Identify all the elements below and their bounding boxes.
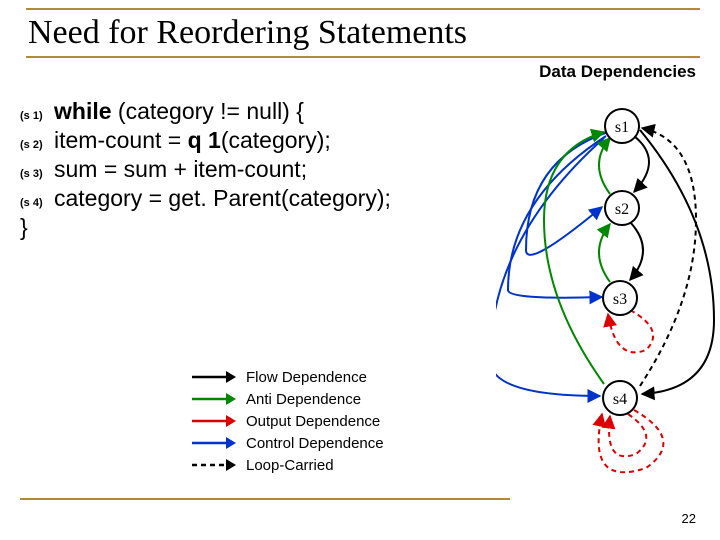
code-text-s1: while (category != null) { [54, 98, 304, 125]
code-text-s2: item-count = q 1(category); [54, 127, 331, 154]
code-line-s1: (s 1) while (category != null) { [20, 98, 470, 125]
graph-node-s3: s3 [603, 281, 637, 315]
stmt-label-s1: (s 1) [20, 102, 54, 122]
legend-row-output: Output Dependence [190, 410, 384, 432]
arrow-icon [190, 412, 236, 430]
svg-text:s3: s3 [613, 291, 627, 308]
arrow-icon [190, 434, 236, 452]
page-number: 22 [682, 511, 696, 526]
stmt-label-s2: (s 2) [20, 131, 54, 151]
legend-row-control: Control Dependence [190, 432, 384, 454]
legend-label-loop: Loop-Carried [246, 457, 334, 474]
legend-label-output: Output Dependence [246, 413, 380, 430]
divider [20, 498, 510, 500]
slide-title: Need for Reordering Statements [26, 8, 700, 58]
graph-node-s1: s1 [605, 109, 639, 143]
legend-label-flow: Flow Dependence [246, 369, 367, 386]
svg-text:s4: s4 [613, 391, 627, 408]
arrow-icon [190, 390, 236, 408]
code-line-s3: (s 3) sum = sum + item-count; [20, 156, 470, 183]
legend-label-control: Control Dependence [246, 435, 384, 452]
code-line-s2: (s 2) item-count = q 1(category); [20, 127, 470, 154]
stmt-label-s4: (s 4) [20, 189, 54, 209]
legend-row-flow: Flow Dependence [190, 366, 384, 388]
code-block: (s 1) while (category != null) { (s 2) i… [20, 98, 470, 241]
code-text-s4: category = get. Parent(category); [54, 185, 391, 212]
svg-text:s2: s2 [615, 201, 629, 218]
legend-label-anti: Anti Dependence [246, 391, 361, 408]
slide-subtitle: Data Dependencies [20, 62, 696, 82]
code-close-brace: } [20, 214, 470, 241]
code-text-s3: sum = sum + item-count; [54, 156, 307, 183]
code-line-s4: (s 4) category = get. Parent(category); [20, 185, 470, 212]
arrow-icon [190, 456, 236, 474]
legend: Flow Dependence Anti Dependence Output D… [190, 366, 384, 476]
dependency-graph: s1 s2 s3 s4 [496, 100, 716, 490]
stmt-label-s3: (s 3) [20, 160, 54, 180]
svg-text:s1: s1 [615, 119, 629, 136]
graph-node-s4: s4 [603, 381, 637, 415]
legend-row-anti: Anti Dependence [190, 388, 384, 410]
legend-row-loop: Loop-Carried [190, 454, 384, 476]
arrow-icon [190, 368, 236, 386]
graph-node-s2: s2 [605, 191, 639, 225]
